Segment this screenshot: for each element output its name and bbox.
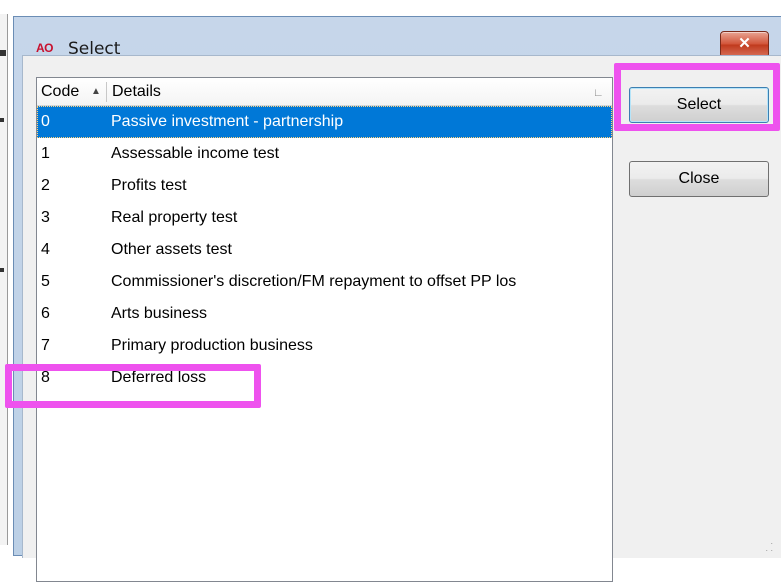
list-item-details: Arts business — [111, 305, 208, 322]
background-top — [0, 0, 781, 14]
list-item-code: 2 — [41, 177, 50, 194]
column-separator[interactable] — [106, 82, 107, 102]
list-item-code: 3 — [41, 209, 50, 226]
close-button[interactable]: Close — [629, 161, 769, 197]
highlight-deferred-loss-row — [5, 364, 261, 408]
list-header: Code ▲ Details ∟ — [37, 78, 612, 106]
column-header-details[interactable]: Details — [112, 78, 161, 105]
list-item-code: 5 — [41, 273, 50, 290]
background-window-border — [7, 14, 8, 545]
background-artifact — [0, 50, 6, 56]
column-resize-icon: ∟ — [593, 87, 604, 99]
background-artifact — [0, 118, 4, 122]
list-item[interactable]: 5 Commissioner's discretion/FM repayment … — [37, 266, 612, 298]
sort-ascending-icon: ▲ — [91, 86, 101, 97]
background-artifact — [0, 268, 4, 272]
list-rows: 0 Passive investment - partnership 1 Assess… — [37, 106, 612, 394]
list-item[interactable]: 2 Profits test — [37, 170, 612, 202]
close-icon: ✕ — [738, 35, 751, 52]
list-item-details: Real property test — [111, 209, 238, 226]
code-list[interactable]: Code ▲ Details ∟ 0 Passive investment - p… — [36, 77, 613, 582]
resize-grip-icon[interactable]: . . . — [763, 537, 777, 553]
list-item-code: 4 — [41, 241, 50, 258]
list-item-code: 7 — [41, 337, 50, 354]
window-close-button[interactable]: ✕ — [720, 31, 769, 58]
list-item[interactable]: 3 Real property test — [37, 202, 612, 234]
list-item[interactable]: 7 Primary production business — [37, 330, 612, 362]
list-item[interactable]: 1 Assessable income test — [37, 138, 612, 170]
list-item-code: 6 — [41, 305, 50, 322]
list-item[interactable]: 0 Passive investment - partnership — [37, 106, 612, 138]
list-item[interactable]: 4 Other assets test — [37, 234, 612, 266]
list-item-code: 0 — [41, 113, 50, 130]
highlight-select-button — [614, 63, 780, 131]
list-item-details: Profits test — [111, 177, 187, 194]
list-item-details: Other assets test — [111, 241, 232, 258]
list-item-details: Passive investment - partnership — [111, 113, 344, 130]
list-item-details: Commissioner's discretion/FM repayment t… — [111, 273, 517, 290]
list-item-code: 1 — [41, 145, 50, 162]
title-bar[interactable]: AO Select ✕ — [14, 17, 781, 59]
column-header-code[interactable]: Code — [41, 78, 79, 105]
list-item-details: Primary production business — [111, 337, 313, 354]
list-item[interactable]: 6 Arts business — [37, 298, 612, 330]
list-item-details: Assessable income test — [111, 145, 280, 162]
